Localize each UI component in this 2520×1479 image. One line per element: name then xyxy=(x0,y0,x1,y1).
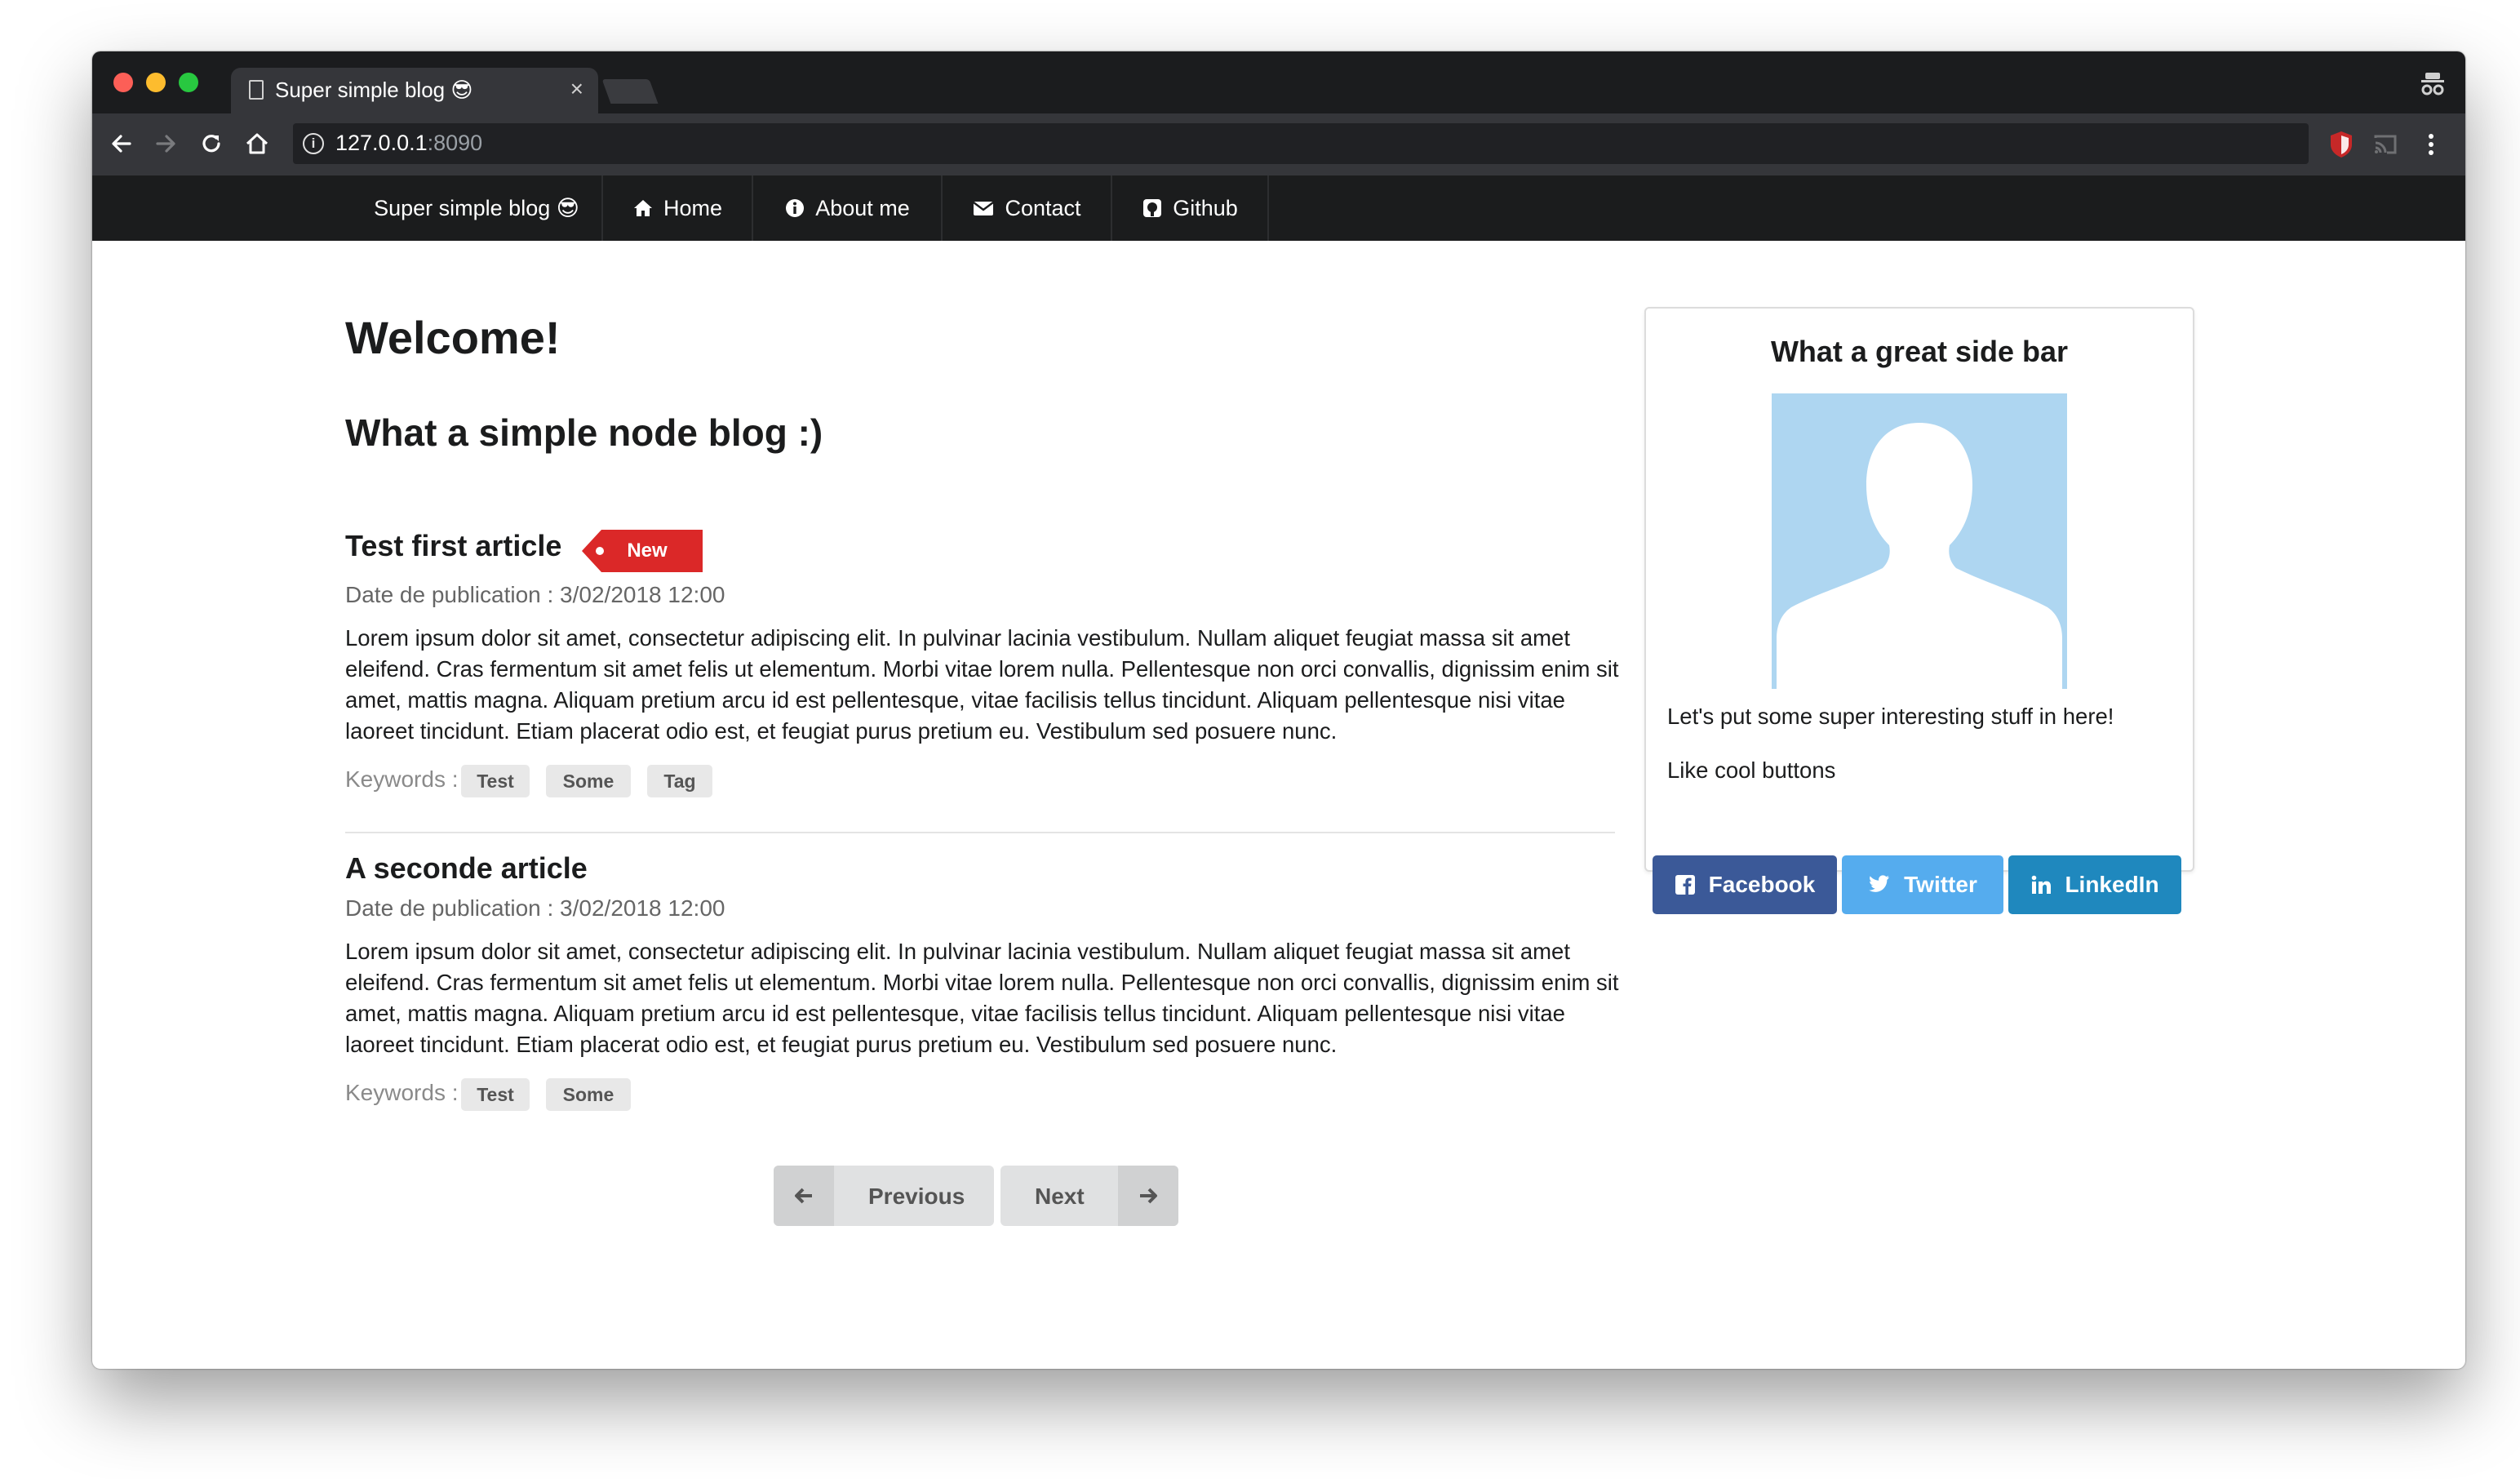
nav-item-label: Home xyxy=(663,195,723,220)
arrow-right-icon xyxy=(1118,1166,1178,1226)
nav-item-about[interactable]: About me xyxy=(753,175,943,241)
url-host: 127.0.0.1 xyxy=(335,131,428,155)
next-label: Next xyxy=(1035,1184,1085,1209)
nav-item-label: About me xyxy=(815,195,910,220)
nav-item-github[interactable]: Github xyxy=(1112,175,1269,241)
browser-titlebar: Super simple blog 😎 × xyxy=(92,51,2465,113)
keyword-tag[interactable]: Some xyxy=(546,1078,631,1111)
keywords-label: Keywords : xyxy=(345,1080,459,1105)
keywords-label: Keywords : xyxy=(345,766,459,792)
linkedin-label: LinkedIn xyxy=(2065,872,2159,897)
article-body: Lorem ipsum dolor sit amet, consectetur … xyxy=(345,625,1619,744)
next-button[interactable]: Next xyxy=(1000,1166,1178,1226)
keyword-tag[interactable]: Test xyxy=(461,1078,530,1111)
article-body: Lorem ipsum dolor sit amet, consectetur … xyxy=(345,939,1619,1057)
menu-kebab-icon[interactable] xyxy=(2415,128,2447,161)
keyword-tag[interactable]: Tag xyxy=(647,765,712,797)
facebook-icon xyxy=(1675,875,1695,895)
maximize-window-button[interactable] xyxy=(179,73,198,92)
previous-label: Previous xyxy=(868,1184,965,1209)
forward-arrow-icon[interactable] xyxy=(151,129,180,158)
sidebar-card: What a great side bar Let's put some sup… xyxy=(1644,307,2194,914)
browser-tab[interactable]: Super simple blog 😎 × xyxy=(231,68,598,113)
github-icon xyxy=(1143,199,1162,217)
avatar-placeholder xyxy=(1772,393,2067,689)
site-navbar: Super simple blog 😎 Home About me Contac… xyxy=(92,175,2465,241)
keyword-tag[interactable]: Some xyxy=(546,765,631,797)
sidebar-title: What a great side bar xyxy=(1770,335,2069,368)
nav-item-label: Contact xyxy=(1005,195,1081,220)
reload-icon[interactable] xyxy=(197,129,226,158)
facebook-button[interactable]: Facebook xyxy=(1653,855,1837,914)
nav-item-home[interactable]: Home xyxy=(603,175,753,241)
incognito-icon[interactable] xyxy=(2418,69,2447,99)
publication-date: Date de publication : 3/02/2018 12:00 xyxy=(345,895,725,921)
page-title: Welcome! xyxy=(345,312,561,363)
arrow-left-icon xyxy=(774,1166,834,1226)
info-circle-icon xyxy=(786,199,805,217)
twitter-button[interactable]: Twitter xyxy=(1842,855,2003,914)
home-icon[interactable] xyxy=(242,129,272,158)
article-title[interactable]: A seconde article xyxy=(345,851,588,886)
sidebar-text: Like cool buttons xyxy=(1667,757,1836,783)
facebook-label: Facebook xyxy=(1708,872,1816,897)
article-divider xyxy=(345,832,1615,833)
minimize-window-button[interactable] xyxy=(146,73,166,92)
site-info-icon[interactable]: i xyxy=(303,133,324,154)
new-tab-button[interactable] xyxy=(601,79,659,104)
nav-item-contact[interactable]: Contact xyxy=(943,175,1112,241)
linkedin-button[interactable]: LinkedIn xyxy=(2008,855,2181,914)
browser-toolbar: i 127.0.0.1:8090 xyxy=(92,113,2465,175)
linkedin-icon xyxy=(2032,875,2052,894)
page-icon xyxy=(249,80,264,100)
nav-item-label: Github xyxy=(1173,195,1238,220)
envelope-icon xyxy=(973,202,995,215)
publication-date: Date de publication : 3/02/2018 12:00 xyxy=(345,582,725,607)
cast-icon[interactable] xyxy=(2369,128,2402,161)
tab-title: Super simple blog 😎 xyxy=(275,78,473,102)
close-window-button[interactable] xyxy=(113,73,133,92)
address-bar[interactable]: i 127.0.0.1:8090 xyxy=(293,123,2309,164)
tab-close-icon[interactable]: × xyxy=(570,76,583,102)
page-subtitle: What a simple node blog :) xyxy=(345,411,823,454)
keyword-tag[interactable]: Test xyxy=(461,765,530,797)
sidebar-text: Let's put some super interesting stuff i… xyxy=(1667,704,2114,729)
back-arrow-icon[interactable] xyxy=(107,129,136,158)
ublock-extension-icon[interactable] xyxy=(2325,128,2358,161)
twitter-icon xyxy=(1869,875,1890,892)
previous-button[interactable]: Previous xyxy=(774,1166,994,1226)
url-text[interactable]: 127.0.0.1:8090 xyxy=(335,131,482,156)
browser-window: Super simple blog 😎 × i 127.0.0.1:8090 S… xyxy=(92,51,2465,1369)
article-title[interactable]: Test first article xyxy=(345,529,561,563)
url-port: :8090 xyxy=(427,131,483,155)
navbar-brand[interactable]: Super simple blog 😎 xyxy=(352,175,603,241)
twitter-label: Twitter xyxy=(1904,872,1977,897)
new-badge-label: New xyxy=(627,540,668,562)
home-icon xyxy=(633,200,652,216)
